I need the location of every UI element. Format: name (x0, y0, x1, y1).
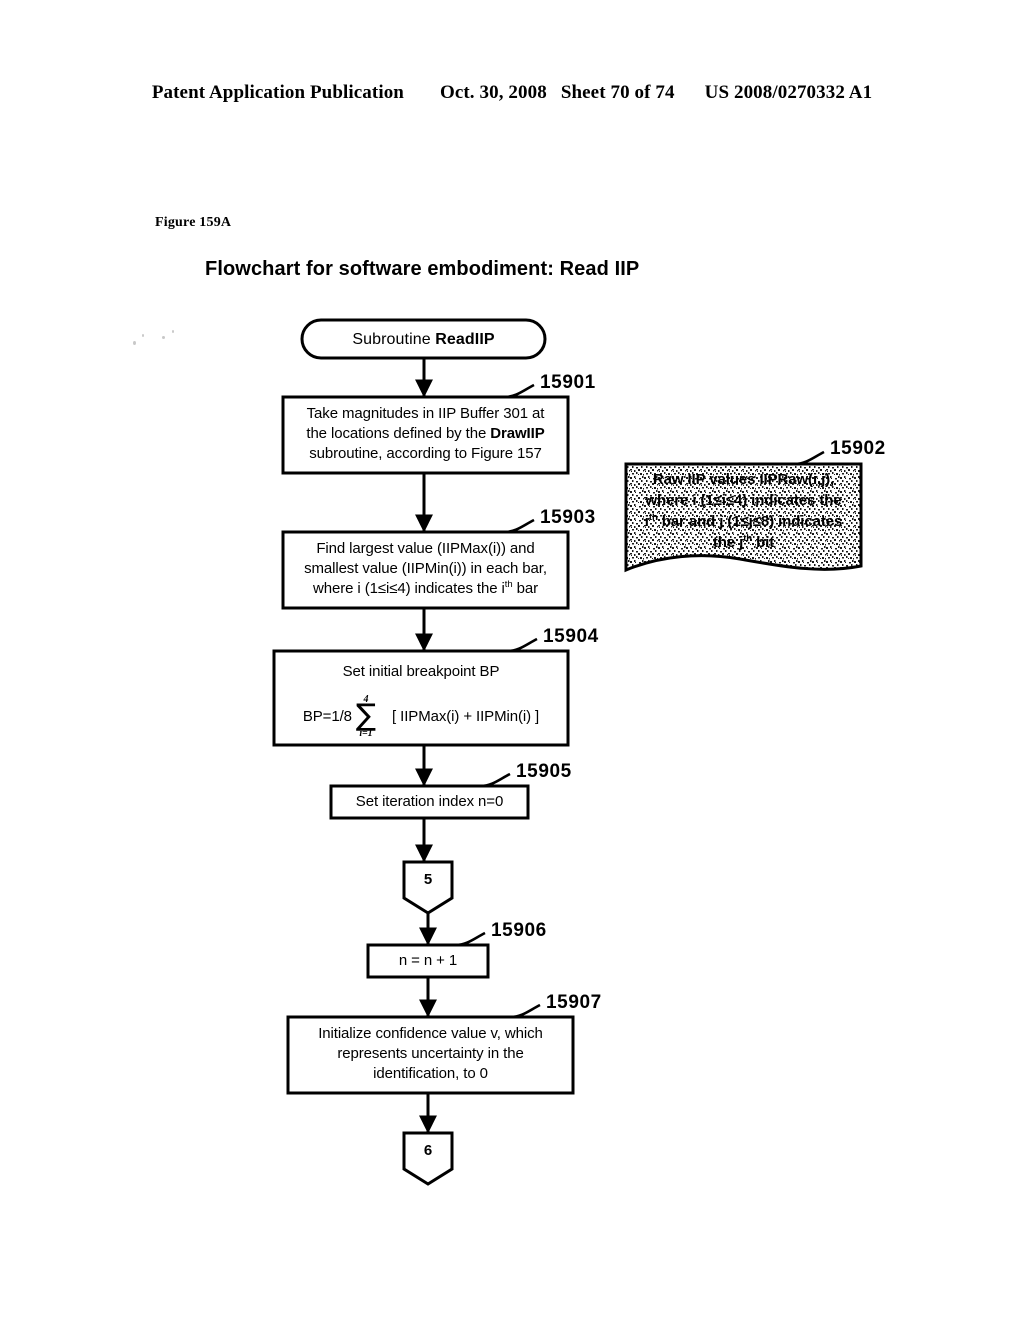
start-label-normal: Subroutine (352, 331, 436, 348)
box-15906-line1: n = n + 1 (398, 952, 458, 969)
box-15901-line2-a: the locations defined by the (306, 425, 491, 442)
ref-number-15907: 15907 (546, 992, 602, 1013)
process-box-15906-label: n = n + 1 (368, 951, 488, 971)
summation-lower-limit: i=1 (359, 727, 373, 739)
flowchart-canvas (272, 318, 863, 1186)
annot-line3-sup: th (648, 512, 658, 523)
data-annotation-15902-label: Raw IIP values IIPRaw(i,j), where i (1≤i… (626, 469, 861, 553)
annot-line4: the jth bit (626, 532, 861, 553)
ref-number-15905: 15905 (516, 761, 572, 782)
box-15903-line3-sup: th (504, 579, 513, 590)
ref-number-15903: 15903 (540, 507, 596, 528)
ref-number-15906: 15906 (491, 920, 547, 941)
box-15907-line2: represents uncertainty in the (337, 1045, 524, 1062)
leader-line-15906 (455, 931, 486, 947)
leader-line-15905 (480, 772, 511, 788)
ref-number-15901: 15901 (540, 372, 596, 393)
connector-6-label: 6 (423, 1142, 433, 1159)
formula-body: [ IIPMax(i) + IIPMin(i) ] (392, 708, 540, 726)
box-15903-line3-a: where i (1≤i≤4) indicates the i (313, 580, 505, 597)
annot-line1: Raw IIP values IIPRaw(i,j), (652, 471, 835, 488)
process-box-15904-formula: BP=1/8 4 ∑ i=1 [ IIPMax(i) + IIPMin(i) ] (274, 695, 568, 739)
annot-line3: ith bar and j (1≤j≤8) indicates (626, 511, 861, 532)
leader-line-15902 (794, 450, 825, 466)
annot-line4-sup: th (743, 533, 753, 544)
start-terminator-label: Subroutine ReadIIP (302, 330, 545, 350)
summation-operator: 4 ∑ i=1 (356, 695, 376, 739)
annot-line4-b: bit (752, 534, 775, 551)
leader-line-15903 (504, 518, 535, 534)
process-box-15903-label: Find largest value (IIPMax(i)) and small… (283, 539, 568, 599)
leader-line-15907 (510, 1003, 541, 1019)
box-15903-line2: smallest value (IIPMin(i)) in each bar, (304, 560, 547, 577)
box-15907-line3: identification, to 0 (373, 1065, 488, 1082)
process-box-15904-title: Set initial breakpoint BP (274, 662, 568, 682)
process-box-15907-label: Initialize confidence value v, which rep… (288, 1024, 573, 1084)
ref-number-15902: 15902 (830, 438, 886, 459)
box-15901-line2-bold: DrawIIP (490, 425, 545, 442)
box-15901-line3: subroutine, according to Figure 157 (309, 445, 542, 462)
box-15904-line1: Set initial breakpoint BP (342, 663, 500, 680)
box-15901-line2: the locations defined by the DrawIIP (283, 424, 568, 444)
box-15903-line1: Find largest value (IIPMax(i)) and (316, 540, 535, 557)
process-box-15905-label: Set iteration index n=0 (331, 792, 528, 812)
sigma-icon: ∑ (355, 698, 377, 733)
annot-line2: where i (1≤i≤4) indicates the (645, 492, 842, 509)
leader-line-15901 (504, 383, 535, 399)
ref-number-15904: 15904 (543, 626, 599, 647)
box-15905-line1: Set iteration index n=0 (355, 793, 504, 810)
connector-5-label: 5 (423, 871, 433, 888)
start-label-bold: ReadIIP (435, 331, 495, 348)
box-15907-line1: Initialize confidence value v, which (318, 1025, 543, 1042)
annot-line4-a: the j (712, 534, 744, 551)
leader-line-15904 (507, 637, 538, 653)
annot-line3-b: bar and j (1≤j≤8) indicates (657, 513, 843, 530)
box-15903-line3: where i (1≤i≤4) indicates the ith bar (283, 579, 568, 599)
process-box-15901-label: Take magnitudes in IIP Buffer 301 at the… (283, 404, 568, 464)
box-15903-line3-b: bar (512, 580, 538, 597)
box-15901-line1: Take magnitudes in IIP Buffer 301 at (306, 405, 545, 422)
formula-lead: BP=1/8 (302, 708, 352, 726)
